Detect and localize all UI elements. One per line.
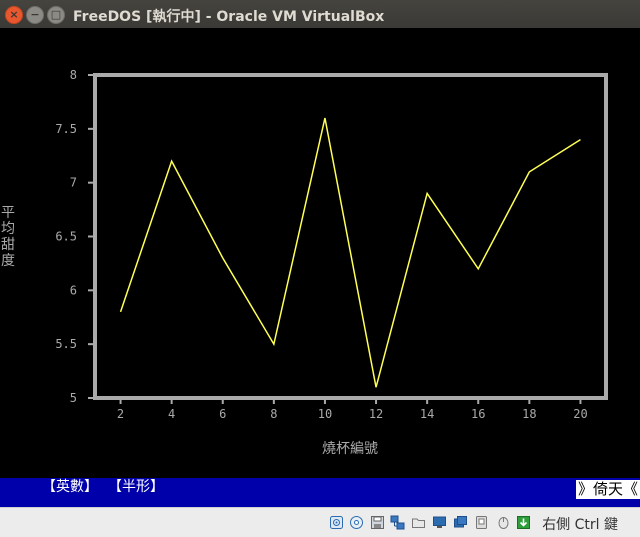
x-tick-label: 16 — [471, 407, 485, 421]
x-axis-ticks: 2 4 6 8 10 12 14 16 18 20 — [117, 398, 588, 421]
y-tick-label: 7 — [70, 176, 77, 190]
video-capture-icon[interactable] — [453, 515, 468, 530]
plot-frame — [93, 73, 608, 400]
host-key-arrow-icon[interactable] — [516, 515, 531, 530]
x-axis-label: 燒杯編號 — [322, 441, 378, 457]
eten-brand-label: 》倚天《 — [575, 480, 640, 499]
y-axis-ticks: 5 5.5 6 6.5 7 7.5 8 — [55, 68, 95, 405]
window-title: FreeDOS [執行中] - Oracle VM VirtualBox — [73, 9, 385, 25]
y-axis-label-text: 平均甜度 — [1, 205, 15, 269]
mouse-integration-icon[interactable] — [496, 515, 511, 530]
dos-ime-status-bar: 【英數】 【半形】 》倚天《 — [0, 478, 640, 507]
shared-folder-icon[interactable] — [411, 515, 426, 530]
floppy-icon[interactable] — [370, 515, 385, 530]
y-tick-label: 8 — [70, 68, 77, 82]
y-tick-label: 5.5 — [55, 337, 77, 351]
ime-width-mode: 【半形】 — [108, 479, 164, 495]
display-icon[interactable] — [432, 515, 447, 530]
x-tick-label: 6 — [219, 407, 226, 421]
line-chart: 5 5.5 6 6.5 7 7.5 8 2 4 6 8 10 12 14 16 18 20 燒杯編號 平均甜度 — [1, 68, 608, 457]
usb-icon[interactable] — [474, 515, 489, 530]
hard-disk-icon[interactable] — [329, 515, 344, 530]
x-tick-label: 12 — [369, 407, 383, 421]
x-tick-label: 14 — [420, 407, 434, 421]
minimize-window-button[interactable]: − — [26, 6, 44, 24]
x-tick-label: 18 — [522, 407, 536, 421]
network-icon[interactable] — [390, 515, 405, 530]
vm-guest-screen[interactable]: 5 5.5 6 6.5 7 7.5 8 2 4 6 8 10 12 14 16 18 20 燒杯編號 平均甜度 — [0, 28, 640, 478]
window-titlebar: × − □ FreeDOS [執行中] - Oracle VM VirtualB… — [0, 0, 640, 29]
y-tick-label: 6.5 — [55, 230, 77, 244]
y-tick-label: 7.5 — [55, 122, 77, 136]
x-tick-label: 20 — [573, 407, 587, 421]
ime-input-mode: 【英數】 — [42, 479, 98, 495]
y-axis-label: 平均甜度 — [1, 205, 15, 269]
series-line — [119, 117, 581, 388]
optical-disk-icon[interactable] — [349, 515, 364, 530]
x-tick-label: 2 — [117, 407, 124, 421]
x-tick-label: 10 — [318, 407, 332, 421]
y-tick-label: 6 — [70, 283, 77, 297]
x-tick-label: 4 — [168, 407, 175, 421]
y-tick-label: 5 — [70, 391, 77, 405]
x-tick-label: 8 — [270, 407, 277, 421]
vbox-status-bar: 右側 Ctrl 鍵 — [0, 507, 640, 537]
host-key-label: 右側 Ctrl 鍵 — [542, 517, 618, 533]
close-window-button[interactable]: × — [5, 6, 23, 24]
maximize-window-button[interactable]: □ — [47, 6, 65, 24]
